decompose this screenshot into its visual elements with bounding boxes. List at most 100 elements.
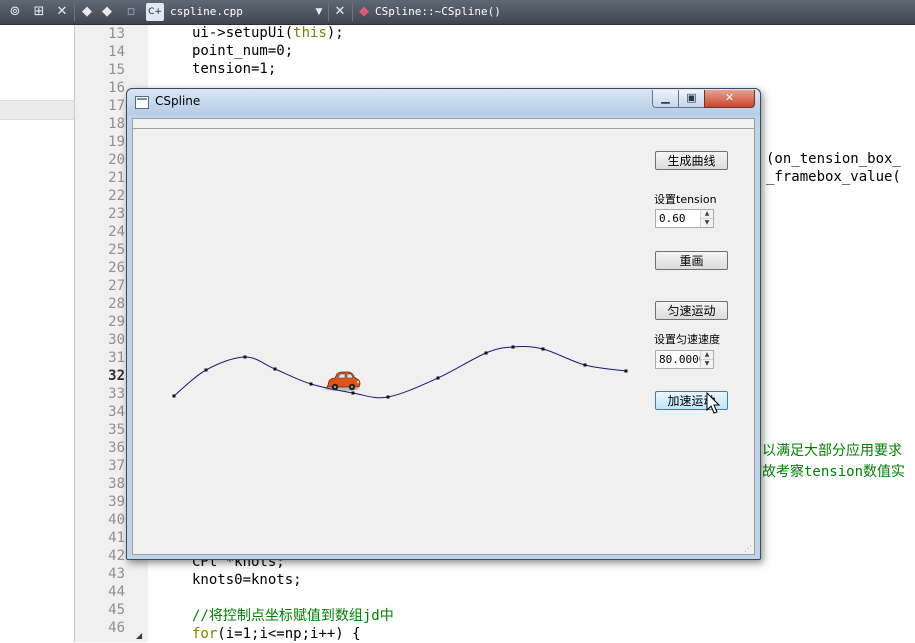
line-number: 44 — [108, 584, 125, 600]
code-comment-36-fragment: 以满足大部分应用要求 — [762, 443, 902, 459]
control-point[interactable] — [511, 345, 515, 349]
speed-label: 设置匀速速度 — [654, 333, 720, 346]
line-number: 28 — [108, 296, 125, 312]
fold-marker-icon[interactable]: ◢ — [136, 631, 142, 640]
line-number: 45 — [108, 602, 125, 618]
control-point[interactable] — [172, 394, 176, 398]
line-number: 40 — [108, 512, 125, 528]
line-number: 16 — [108, 80, 125, 96]
control-point[interactable] — [273, 367, 277, 371]
line-number: 20 — [108, 152, 125, 168]
speed-spin-buttons[interactable]: ▲ ▼ — [700, 351, 713, 368]
window-title: CSpline — [155, 94, 201, 108]
lock-icon: ▫ — [126, 4, 136, 19]
app-icon — [135, 96, 149, 109]
code-line-43: knots0=knots; — [192, 572, 302, 588]
control-points — [172, 345, 628, 399]
back-icon[interactable]: ◆ — [80, 3, 94, 21]
control-point[interactable] — [583, 363, 587, 367]
forward-icon[interactable]: ◆ — [100, 3, 114, 21]
code-comment-37-fragment: 故考察tension数值实 — [762, 464, 906, 480]
panel-selection-row[interactable] — [0, 100, 74, 120]
line-number: 13 — [108, 26, 125, 42]
left-panel — [0, 25, 75, 642]
line-number: 34 — [108, 404, 125, 420]
line-number: 23 — [108, 206, 125, 222]
client-area: 生成曲线 设置tension 0.60 ▲ ▼ 重画 匀速运动 设置匀速速度 8… — [132, 128, 755, 555]
control-point[interactable] — [351, 391, 355, 395]
control-point[interactable] — [309, 382, 313, 386]
ide-toolbar: ⊚ ⊞ ✕ ◆ ◆ ▫ C+ cspline.cpp ▼ ✕ ◆ CSpline… — [0, 0, 915, 25]
spin-down-icon[interactable]: ▼ — [701, 219, 713, 227]
line-number: 32 — [108, 368, 125, 384]
size-grip-icon[interactable]: ⋰ — [744, 544, 752, 553]
function-tab[interactable]: CSpline::~CSpline() — [375, 3, 501, 21]
spline-curve — [173, 346, 627, 399]
split-icon[interactable]: ⊞ — [30, 3, 48, 21]
line-number: 46 — [108, 620, 125, 636]
line-number: 35 — [108, 422, 125, 438]
menu-bar — [132, 118, 755, 128]
control-point[interactable] — [436, 376, 440, 380]
uniform-motion-button[interactable]: 匀速运动 — [655, 301, 728, 320]
close-button[interactable]: ✕ — [704, 90, 755, 108]
control-point[interactable] — [243, 355, 247, 359]
line-number: 38 — [108, 476, 125, 492]
line-number: 42 — [108, 548, 125, 564]
code-line-46: for(i=1;i<=np;i++) { — [192, 626, 361, 642]
generate-curve-button[interactable]: 生成曲线 — [655, 151, 728, 170]
chevron-down-icon[interactable]: ▼ — [313, 3, 325, 21]
code-line-13: ui->setupUi(this); — [192, 25, 344, 41]
line-number: 15 — [108, 62, 125, 78]
line-number: 26 — [108, 260, 125, 276]
line-number: 36 — [108, 440, 125, 456]
control-point[interactable] — [204, 368, 208, 372]
redraw-button[interactable]: 重画 — [655, 251, 728, 270]
control-point[interactable] — [386, 395, 390, 399]
cspline-window: CSpline ▁ ▣ ✕ 生成曲线 设置tension 0.60 ▲ ▼ 重画… — [126, 88, 761, 560]
code-line-15: tension=1; — [192, 61, 277, 77]
close-icon[interactable]: ✕ — [54, 3, 70, 21]
speed-value[interactable]: 80.0000 — [659, 353, 705, 366]
control-point[interactable] — [484, 351, 488, 355]
line-number: 19 — [108, 134, 125, 150]
line-number: 21 — [108, 170, 125, 186]
function-icon: ◆ — [359, 4, 369, 19]
window-titlebar[interactable]: CSpline ▁ ▣ ✕ — [127, 89, 760, 115]
code-line-45: //将控制点坐标赋值到数组jd中 — [192, 608, 394, 624]
close-file-icon[interactable]: ✕ — [333, 3, 347, 21]
line-number: 41 — [108, 530, 125, 546]
line-number: 25 — [108, 242, 125, 258]
control-point[interactable] — [541, 347, 545, 351]
line-number: 24 — [108, 224, 125, 240]
control-point[interactable] — [624, 369, 628, 373]
file-tab[interactable]: cspline.cpp — [170, 3, 243, 21]
tension-value[interactable]: 0.60 — [659, 212, 686, 225]
link-icon[interactable]: ⊚ — [6, 3, 24, 21]
cpp-file-icon: C+ — [146, 3, 164, 21]
line-number: 18 — [108, 116, 125, 132]
speed-spinbox[interactable]: 80.0000 ▲ ▼ — [655, 350, 714, 369]
code-line-20-fragment: (on_tension_box_ — [766, 151, 901, 167]
line-number: 22 — [108, 188, 125, 204]
line-number: 43 — [108, 566, 125, 582]
minimize-button[interactable]: ▁ — [652, 90, 679, 108]
code-line-14: point_num=0; — [192, 43, 294, 59]
line-number: 29 — [108, 314, 125, 330]
line-number: 30 — [108, 332, 125, 348]
line-number: 37 — [108, 458, 125, 474]
line-number: 39 — [108, 494, 125, 510]
car-icon — [325, 371, 361, 391]
line-number: 31 — [108, 350, 125, 366]
line-number: 14 — [108, 44, 125, 60]
line-number: 33 — [108, 386, 125, 402]
tension-spinbox[interactable]: 0.60 ▲ ▼ — [655, 209, 714, 228]
spin-down-icon[interactable]: ▼ — [701, 360, 713, 368]
line-number: 17 — [108, 98, 125, 114]
spin-up-icon[interactable]: ▲ — [701, 210, 713, 219]
spin-up-icon[interactable]: ▲ — [701, 351, 713, 360]
tension-label: 设置tension — [654, 193, 717, 206]
code-line-21-fragment: _framebox_value( — [766, 169, 901, 185]
maximize-button[interactable]: ▣ — [678, 90, 705, 108]
tension-spin-buttons[interactable]: ▲ ▼ — [700, 210, 713, 227]
